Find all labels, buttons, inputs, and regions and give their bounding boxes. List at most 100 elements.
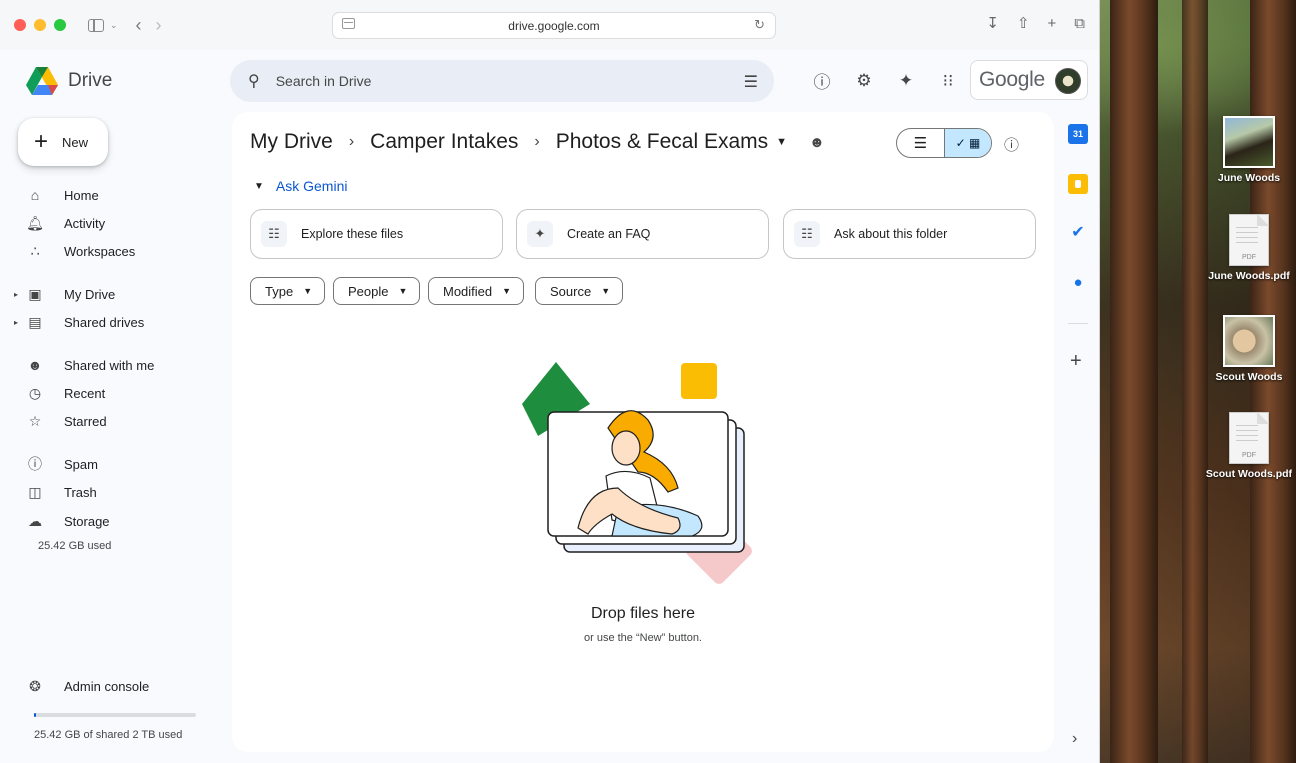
breadcrumb: My Drive › Camper Intakes › Photos & Fec… <box>250 130 825 154</box>
desktop-file-june-woods[interactable]: June Woods <box>1201 116 1296 184</box>
get-addons-icon[interactable]: + <box>1070 350 1082 373</box>
storage-used-text: 25.42 GB used <box>38 540 112 552</box>
nav-item-label: Home <box>64 187 99 203</box>
back-button[interactable]: ‹ <box>136 14 142 36</box>
admin-icon: ❂ <box>29 677 41 694</box>
zoom-window-button[interactable] <box>54 19 66 31</box>
desktop-file-june-woods-pdf[interactable]: PDF June Woods.pdf <box>1201 214 1296 282</box>
forward-button[interactable]: › <box>156 14 162 36</box>
filter-label: People <box>348 283 389 299</box>
nav-item-spam[interactable]: ⓘ Spam <box>26 452 98 476</box>
share-icon[interactable]: ⇧ <box>1017 14 1030 32</box>
url-text: drive.google.com <box>508 18 600 33</box>
desktop-background: June Woods PDF June Woods.pdf Scout Wood… <box>1100 0 1296 763</box>
suggestion-label: Create an FAQ <box>567 227 651 241</box>
drive-logo[interactable]: Drive <box>26 67 112 95</box>
chevron-down-icon[interactable]: ⌄ <box>110 14 118 36</box>
nav-item-storage[interactable]: ☁︎ Storage <box>26 509 110 533</box>
browser-actions: ↧ ⇧ + ⧉ <box>986 14 1085 33</box>
avatar[interactable] <box>1055 68 1081 94</box>
shared-folder-icon[interactable]: ☻ <box>809 134 825 151</box>
gemini-icon[interactable]: ✦ <box>896 71 916 91</box>
search-icon[interactable]: ⚲ <box>248 71 260 91</box>
nav-item-workspaces[interactable]: ∴ Workspaces <box>26 239 136 263</box>
nav-item-starred[interactable]: ☆ Starred <box>26 409 107 433</box>
desktop-file-label: Scout Woods <box>1215 371 1283 383</box>
suggestion-explore-files[interactable]: ☷ Explore these files <box>250 209 503 259</box>
breadcrumb-my-drive[interactable]: My Drive <box>250 130 333 154</box>
nav-item-label: Recent <box>64 385 106 401</box>
grid-view-button[interactable]: ✓ ▦ <box>943 129 991 157</box>
info-icon[interactable]: ⓘ <box>1004 134 1019 155</box>
keep-icon[interactable] <box>1068 174 1088 194</box>
plus-icon: + <box>34 128 49 155</box>
search-options-icon[interactable]: ☰ <box>744 72 758 92</box>
contacts-icon[interactable]: ● <box>1068 272 1088 292</box>
nav-item-shared-with-me[interactable]: ☻ Shared with me <box>26 353 155 377</box>
tab-overview-icon[interactable]: ⧉ <box>1074 15 1085 32</box>
folder-menu-icon[interactable]: ▼ <box>776 136 787 148</box>
list-view-button[interactable]: ☰ <box>897 129 944 157</box>
nav-item-my-drive[interactable]: ▸ ▣ My Drive <box>14 282 115 306</box>
minimize-window-button[interactable] <box>34 19 46 31</box>
filter-type[interactable]: Type ▼ <box>250 277 326 305</box>
new-tab-icon[interactable]: + <box>1048 15 1057 32</box>
desktop-file-scout-woods[interactable]: Scout Woods <box>1201 315 1296 383</box>
storage-quota-bar <box>34 713 196 717</box>
expand-arrow-icon[interactable]: ▸ <box>14 318 18 327</box>
sidebar-toggle-icon[interactable] <box>88 18 104 32</box>
filter-modified[interactable]: Modified ▼ <box>428 277 525 305</box>
desktop-file-scout-woods-pdf[interactable]: PDF Scout Woods.pdf <box>1201 412 1296 480</box>
ask-gemini-toggle[interactable]: ▼ Ask Gemini <box>254 178 347 194</box>
search-input[interactable] <box>275 73 696 89</box>
document-sparkle-icon: ☷ <box>261 221 287 247</box>
account-switcher[interactable]: Google <box>970 60 1088 100</box>
reload-icon[interactable]: ↻ <box>754 17 765 33</box>
magic-wand-icon: ✦ <box>527 221 553 247</box>
side-panel-divider <box>1068 323 1088 324</box>
empty-state-title: Drop files here <box>590 605 696 622</box>
downloads-icon[interactable]: ↧ <box>986 14 999 32</box>
drive-header: Drive ⚲ ☰ ⓘ ⚙ ✦ ⁝⁝ Google <box>0 50 1099 112</box>
dropdown-arrow-icon: ▼ <box>601 286 611 296</box>
storage-quota-fill <box>34 713 37 717</box>
breadcrumb-camper-intakes[interactable]: Camper Intakes <box>370 130 518 154</box>
search-bar[interactable]: ⚲ ☰ <box>230 60 774 102</box>
nav-item-label: Trash <box>64 484 97 500</box>
filter-source[interactable]: Source ▼ <box>535 277 624 305</box>
nav-item-home[interactable]: ⌂ Home <box>26 183 99 207</box>
nav-item-activity[interactable]: 🔔︎ Activity <box>26 211 105 235</box>
tree-trunk <box>1110 0 1158 763</box>
dropdown-arrow-icon: ▼ <box>398 286 408 296</box>
admin-console-link[interactable]: ❂ Admin console <box>26 674 149 698</box>
window-controls <box>14 19 66 31</box>
settings-icon[interactable]: ⚙ <box>854 71 874 91</box>
empty-folder-illustration <box>522 362 752 584</box>
workspaces-icon: ∴ <box>30 242 40 259</box>
filter-people[interactable]: People ▼ <box>333 277 421 305</box>
trash-icon: ◫ <box>28 483 42 500</box>
page-settings-icon[interactable] <box>342 18 355 29</box>
photo-thumbnail <box>1223 315 1275 367</box>
suggestion-ask-folder[interactable]: ☷ Ask about this folder <box>783 209 1036 259</box>
nav-item-shared-drives[interactable]: ▸ ▤ Shared drives <box>14 310 144 334</box>
breadcrumb-current-folder[interactable]: Photos & Fecal Exams <box>556 130 768 154</box>
apps-grid-icon[interactable]: ⁝⁝ <box>938 71 958 91</box>
new-button[interactable]: + New <box>18 118 108 166</box>
expand-panel-icon[interactable]: › <box>1072 730 1077 748</box>
drive-logo-icon <box>26 67 58 95</box>
suggestion-label: Explore these files <box>301 227 404 241</box>
filter-label: Modified <box>443 283 493 299</box>
suggestion-create-faq[interactable]: ✦ Create an FAQ <box>516 209 769 259</box>
calendar-icon[interactable]: 31 <box>1068 124 1088 144</box>
address-bar[interactable]: drive.google.com ↻ <box>332 12 776 39</box>
tasks-icon[interactable]: ✔ <box>1068 222 1088 242</box>
help-icon[interactable]: ⓘ <box>812 68 832 93</box>
nav-item-trash[interactable]: ◫ Trash <box>26 480 97 504</box>
nav-item-label: Admin console <box>64 678 150 694</box>
expand-arrow-icon[interactable]: ▸ <box>14 290 18 299</box>
close-window-button[interactable] <box>14 19 26 31</box>
dropdown-arrow-icon: ▼ <box>303 286 313 296</box>
chevron-right-icon: › <box>534 133 540 150</box>
nav-item-recent[interactable]: ◷ Recent <box>26 381 105 405</box>
